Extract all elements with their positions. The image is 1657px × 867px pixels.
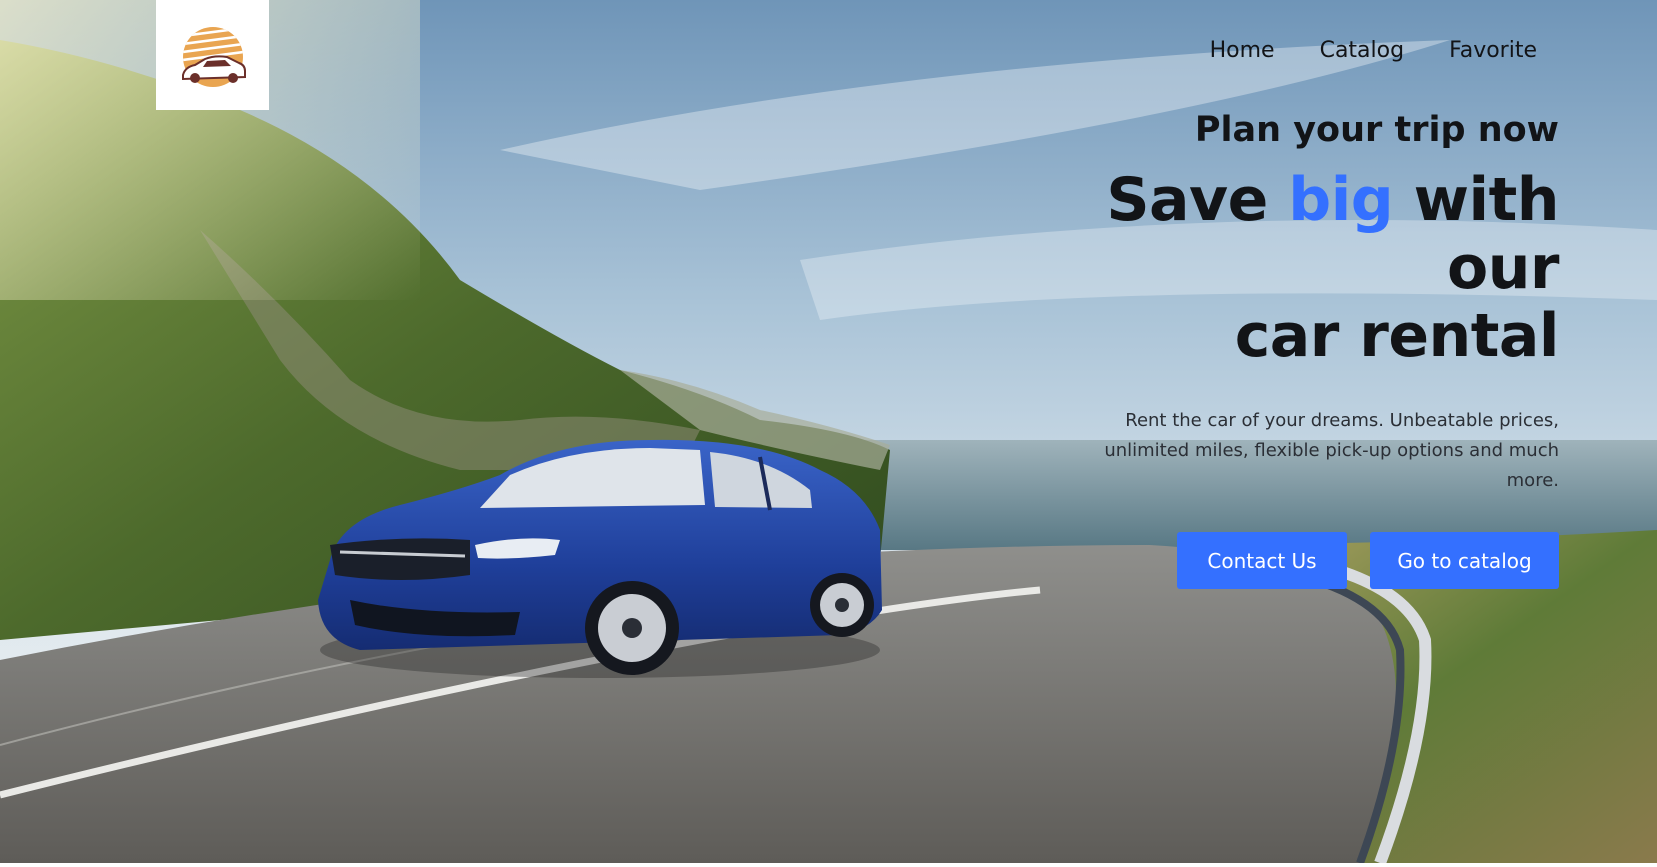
nav-item-home[interactable]: Home — [1210, 38, 1275, 63]
hero-title-suffix: with our — [1393, 165, 1560, 303]
hero-actions: Contact Us Go to catalog — [999, 532, 1559, 589]
contact-us-button[interactable]: Contact Us — [1177, 532, 1347, 589]
hero-content: Plan your trip now Save big with our car… — [999, 106, 1560, 589]
nav-item-catalog[interactable]: Catalog — [1320, 38, 1405, 63]
main-nav: Home Catalog Favorite — [1210, 38, 1537, 63]
hero-subtitle: Plan your trip now — [1194, 110, 1559, 150]
hero-description: Rent the car of your dreams. Unbeatable … — [1104, 410, 1559, 491]
hero-title-accent: big — [1288, 165, 1394, 235]
nav-item-favorite[interactable]: Favorite — [1449, 38, 1537, 63]
logo[interactable] — [156, 0, 269, 110]
hero-title-line2: car rental — [1234, 301, 1560, 371]
hero-title-prefix: Save — [1106, 165, 1289, 235]
car-sun-logo-icon — [181, 27, 246, 87]
hero-title: Save big with our car rental — [999, 166, 1559, 370]
go-to-catalog-button[interactable]: Go to catalog — [1370, 532, 1559, 589]
